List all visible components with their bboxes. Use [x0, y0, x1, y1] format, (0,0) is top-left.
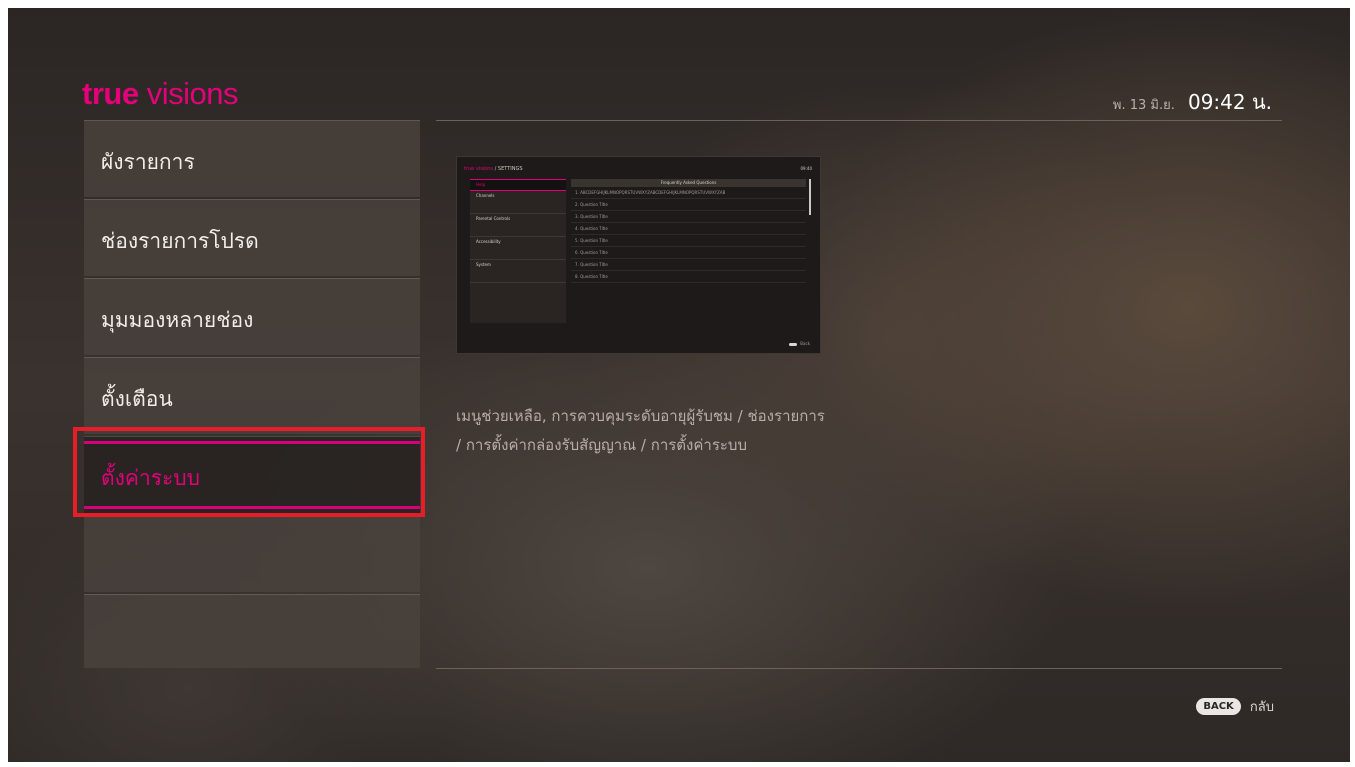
menu-item-label: มุมมองหลายช่อง: [101, 308, 254, 332]
preview-faq-title: Frequently Asked Questions: [571, 179, 806, 187]
bottom-divider: [436, 668, 1282, 669]
menu-item-multi-view[interactable]: มุมมองหลายช่อง: [84, 278, 420, 355]
menu-item-empty-1: [84, 515, 420, 592]
menu-item-tv-guide[interactable]: ผังรายการ: [84, 120, 420, 197]
main-menu: ผังรายการ ช่องรายการโปรด มุมมองหลายช่อง …: [84, 120, 420, 668]
description-line-1: เมนูช่วยเหลือ, การควบคุมระดับอายุผู้รับช…: [456, 407, 825, 425]
date-label: พ. 13 มิ.ย.: [1112, 98, 1175, 113]
preview-question: 4. Question Title: [571, 223, 806, 235]
menu-item-empty-2: [84, 594, 420, 668]
back-hint[interactable]: BACK กลับ: [1196, 696, 1274, 717]
preview-sidebar-item: Parental Controls: [470, 214, 566, 237]
logo-true: true: [82, 76, 139, 111]
preview-question: 8. Question Title: [571, 271, 806, 283]
preview-sidebar-item: System: [470, 260, 566, 283]
tv-screen: true visions พ. 13 มิ.ย. 09:42 น. ผังราย…: [8, 8, 1350, 762]
preview-sidebar-item: Accessibility: [470, 237, 566, 260]
back-label: กลับ: [1249, 700, 1274, 715]
preview-question: 2. Question Title: [571, 199, 806, 211]
preview-question: 7. Question Title: [571, 259, 806, 271]
preview-back-hint: Back: [789, 341, 810, 346]
description-line-2: / การตั้งค่ากล่องรับสัญญาณ / การตั้งค่าร…: [456, 436, 747, 454]
preview-clock: 09:40: [800, 166, 812, 171]
menu-item-label: ตั้งเตือน: [101, 387, 173, 411]
menu-description: เมนูช่วยเหลือ, การควบคุมระดับอายุผู้รับช…: [456, 402, 886, 460]
preview-question: 3. Question Title: [571, 211, 806, 223]
preview-question: 6. Question Title: [571, 247, 806, 259]
preview-back-button-icon: [789, 342, 798, 346]
menu-item-label: ผังรายการ: [101, 150, 195, 174]
preview-sidebar-item: Help: [470, 179, 566, 191]
time-label: 09:42 น.: [1187, 90, 1272, 114]
menu-item-label: ช่องรายการโปรด: [101, 229, 259, 253]
preview-scrollbar: [809, 179, 811, 215]
logo-visions: visions: [146, 76, 239, 111]
datetime: พ. 13 มิ.ย. 09:42 น.: [1113, 86, 1272, 118]
settings-preview-thumbnail: true visions / SETTINGS 09:40 Help Chann…: [456, 156, 821, 354]
preview-question: 1. ABCDEFGHIJKLMNOPQRSTUVWXYZABCDEFGHIJK…: [571, 187, 806, 199]
preview-sidebar-empty: [470, 283, 566, 323]
menu-item-reminders[interactable]: ตั้งเตือน: [84, 357, 420, 434]
menu-item-favorite-channels[interactable]: ช่องรายการโปรด: [84, 199, 420, 276]
preview-sidebar: Help Channels Parental Controls Accessib…: [470, 179, 566, 323]
preview-sidebar-item: Channels: [470, 191, 566, 214]
preview-question: 5. Question Title: [571, 235, 806, 247]
top-divider: [436, 120, 1282, 121]
back-button-icon: BACK: [1196, 698, 1241, 715]
preview-faq-list: Frequently Asked Questions 1. ABCDEFGHIJ…: [571, 179, 806, 283]
preview-logo: true visions / SETTINGS: [464, 166, 523, 172]
truevisions-logo: true visions: [82, 76, 238, 116]
selection-highlight-box: [73, 427, 425, 517]
